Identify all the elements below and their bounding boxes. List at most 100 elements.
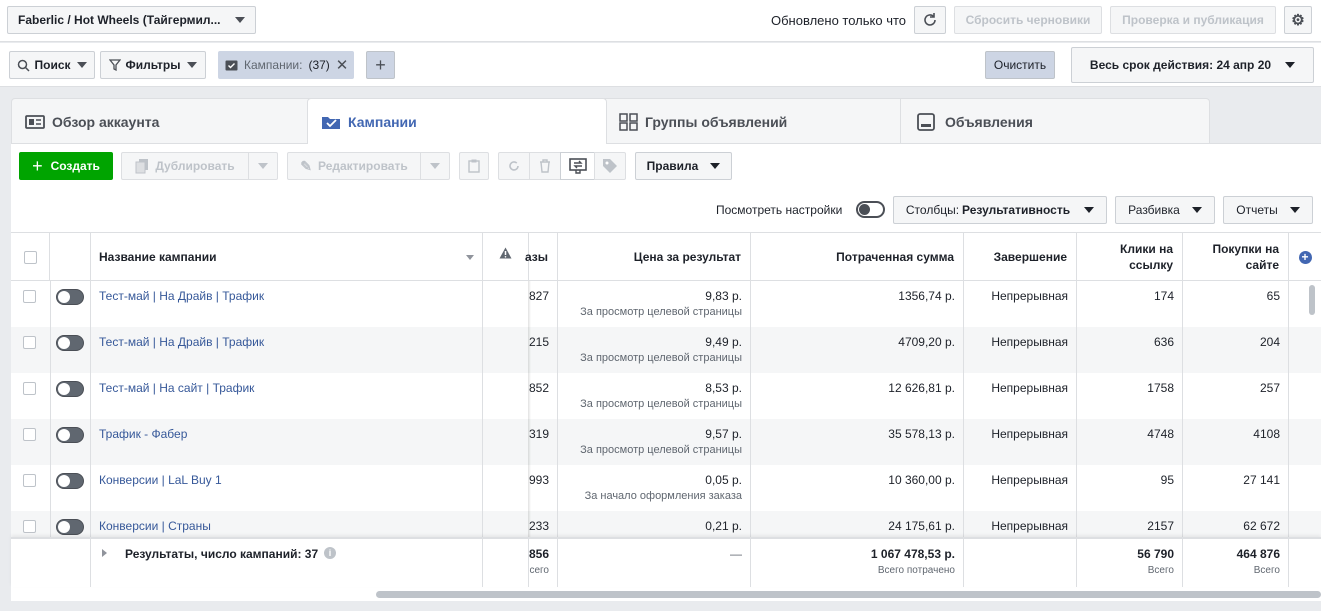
campaign-name-link[interactable]: Тест-май | На Драйв | Трафик [99, 289, 264, 303]
search-button[interactable]: Поиск [9, 51, 95, 79]
create-label: Создать [50, 159, 100, 173]
chip-count: (37) [308, 58, 330, 72]
refresh-button[interactable] [914, 6, 946, 34]
header-campaign-name[interactable]: Название кампании [91, 233, 483, 281]
toggle-knob [859, 204, 870, 215]
campaign-toggle[interactable] [56, 381, 84, 397]
tab-account-overview[interactable]: Обзор аккаунта [11, 98, 311, 144]
grid-icon [619, 112, 638, 131]
col-divider [1288, 539, 1289, 587]
campaign-toggle[interactable] [56, 335, 84, 351]
clear-button[interactable]: Очистить [985, 51, 1055, 79]
chevron-down-icon [1191, 207, 1202, 213]
campaign-name-link[interactable]: Тест-май | На Драйв | Трафик [99, 335, 264, 349]
columns-prefix: Столбцы: [905, 203, 960, 217]
ends-cell: Непрерывная [991, 335, 1068, 349]
sort-icon[interactable] [466, 254, 474, 260]
rules-button[interactable]: Правила [635, 152, 732, 180]
ab-test-button[interactable] [560, 152, 595, 180]
summary-results-sub: сего [529, 565, 549, 576]
tab-campaigns[interactable]: Кампании [307, 98, 607, 144]
expand-icon[interactable] [102, 549, 107, 557]
campaigns-filter-chip[interactable]: Кампании: (37) ✕ [218, 51, 354, 79]
campaign-toggle[interactable] [56, 473, 84, 489]
edit-button[interactable]: ✎ Редактировать [287, 152, 421, 180]
campaign-name-link[interactable]: Трафик - Фабер [99, 427, 187, 441]
header-purchases[interactable]: Покупки на сайте [1183, 233, 1289, 281]
ends-cell: Непрерывная [991, 289, 1068, 303]
plus-icon: + [32, 155, 43, 176]
clicks-cell: 2157 [1147, 519, 1174, 533]
warning-icon [499, 247, 512, 259]
row-checkbox[interactable] [23, 428, 36, 441]
table-row[interactable]: Тест-май | На Драйв | Трафик 827 9,83 р.… [11, 281, 1321, 327]
restore-button[interactable] [498, 152, 530, 180]
date-range-selector[interactable]: Весь срок действия: 24 апр 20 [1071, 47, 1314, 83]
row-checkbox[interactable] [23, 290, 36, 303]
campaign-name-link[interactable]: Конверсии | LaL Buy 1 [99, 473, 222, 487]
campaign-name-link[interactable]: Конверсии | Страны [99, 519, 211, 533]
clicks-cell: 636 [1153, 335, 1174, 349]
select-all-checkbox[interactable] [23, 250, 37, 264]
add-column-icon: + [1298, 250, 1312, 264]
add-filter-button[interactable]: + [366, 51, 395, 79]
info-icon[interactable]: i [324, 547, 336, 559]
spent-cell: 4709,20 р. [898, 335, 955, 349]
view-settings-toggle[interactable] [856, 201, 885, 218]
header-ends[interactable]: Завершение [964, 233, 1077, 281]
header-link-clicks[interactable]: Клики на ссылку [1077, 233, 1183, 281]
account-name: Faberlic / Hot Wheels (Тайгермил... [18, 13, 221, 27]
discard-drafts-button[interactable]: Сбросить черновики [954, 6, 1102, 34]
tab-label: Обзор аккаунта [52, 113, 160, 130]
spent-cell: 24 175,61 р. [888, 519, 955, 533]
create-button[interactable]: + Создать [19, 152, 113, 180]
breakdown-button[interactable]: Разбивка [1115, 196, 1215, 224]
close-icon[interactable]: ✕ [336, 56, 349, 74]
vertical-scrollbar[interactable] [1309, 285, 1315, 315]
row-checkbox[interactable] [23, 382, 36, 395]
summary-clicks-sub: Всего [1147, 565, 1174, 576]
header-label-line2: сайте [1245, 258, 1279, 272]
delete-button[interactable] [529, 152, 561, 180]
campaign-toggle[interactable] [56, 519, 84, 535]
duplicate-dropdown[interactable] [248, 152, 278, 180]
chevron-down-icon [1285, 62, 1296, 68]
reports-button[interactable]: Отчеты [1223, 196, 1313, 224]
table-row[interactable]: Конверсии | Страны 233 0,21 р. 24 175,61… [11, 511, 1321, 537]
row-checkbox[interactable] [23, 336, 36, 349]
tag-button[interactable] [594, 152, 626, 180]
table-row[interactable]: Тест-май | На сайт | Трафик 852 8,53 р. … [11, 373, 1321, 419]
duplicate-button[interactable]: Дублировать [121, 152, 249, 180]
chevron-down-icon [1289, 207, 1300, 213]
table-row[interactable]: Тест-май | На Драйв | Трафик 215 9,49 р.… [11, 327, 1321, 373]
tab-ad-sets[interactable]: Группы объявлений [604, 98, 902, 144]
review-publish-button[interactable]: Проверка и публикация [1110, 6, 1276, 34]
clipboard-icon [468, 159, 480, 173]
edit-dropdown[interactable] [420, 152, 450, 180]
account-selector[interactable]: Faberlic / Hot Wheels (Тайгермил... [7, 6, 256, 34]
spent-cell: 1356,74 р. [898, 289, 955, 303]
row-checkbox[interactable] [23, 474, 36, 487]
header-results[interactable]: азы [525, 233, 558, 281]
header-add-column[interactable]: + [1289, 233, 1321, 281]
table-row[interactable]: Трафик - Фабер 319 9,57 р. За просмотр ц… [11, 419, 1321, 465]
columns-button[interactable]: Столбцы: Результативность [893, 196, 1107, 224]
table-row[interactable]: Конверсии | LaL Buy 1 993 0,05 р. За нач… [11, 465, 1321, 511]
ends-cell: Непрерывная [991, 381, 1068, 395]
header-cost-per-result[interactable]: Цена за результат [558, 233, 751, 281]
campaign-toggle[interactable] [56, 289, 84, 305]
filters-button[interactable]: Фильтры [100, 51, 206, 79]
campaign-toggle[interactable] [56, 427, 84, 443]
horizontal-scrollbar[interactable] [376, 591, 1321, 598]
clipboard-button[interactable] [459, 152, 489, 180]
refresh-icon [924, 13, 936, 26]
header-amount-spent[interactable]: Потраченная сумма [751, 233, 964, 281]
settings-button[interactable]: ⚙ [1284, 6, 1312, 34]
view-settings-label: Посмотреть настройки [716, 203, 843, 217]
breakdown-label: Разбивка [1128, 203, 1180, 217]
campaign-name-link[interactable]: Тест-май | На сайт | Трафик [99, 381, 254, 395]
row-checkbox[interactable] [23, 520, 36, 533]
summary-label: Результаты, число кампаний: 37 [125, 547, 319, 561]
tab-ads[interactable]: Объявления [900, 98, 1210, 144]
summary-clicks: 56 790 [1137, 547, 1174, 561]
